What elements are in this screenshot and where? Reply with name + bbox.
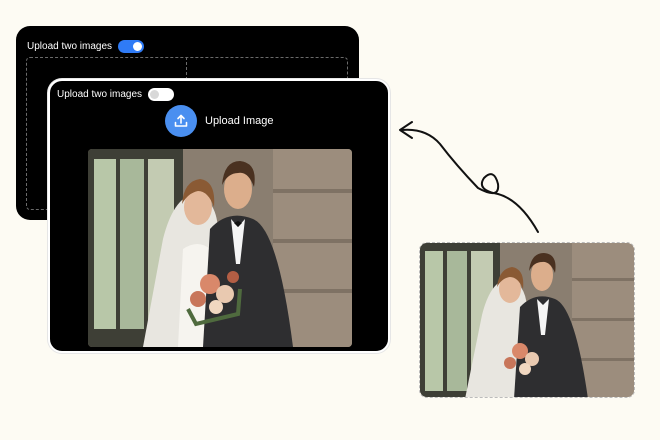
- back-toggle-label: Upload two images: [27, 41, 113, 52]
- front-toggle-label: Upload two images: [57, 89, 143, 100]
- front-toggle-row: Upload two images: [57, 88, 175, 101]
- upload-icon: [165, 105, 197, 137]
- back-toggle-row: Upload two images: [27, 40, 145, 53]
- front-upload-two-toggle[interactable]: [148, 88, 175, 101]
- toggle-knob: [150, 90, 160, 99]
- uploaded-photo: [88, 149, 352, 347]
- upload-image-button[interactable]: Upload Image: [165, 105, 274, 137]
- result-photo: [419, 242, 635, 398]
- upload-image-label: Upload Image: [205, 115, 274, 127]
- front-upload-panel: Upload two images Upload Image: [48, 79, 390, 353]
- back-upload-two-toggle[interactable]: [118, 40, 145, 53]
- toggle-knob: [133, 42, 143, 51]
- curved-arrow-icon: [399, 121, 539, 233]
